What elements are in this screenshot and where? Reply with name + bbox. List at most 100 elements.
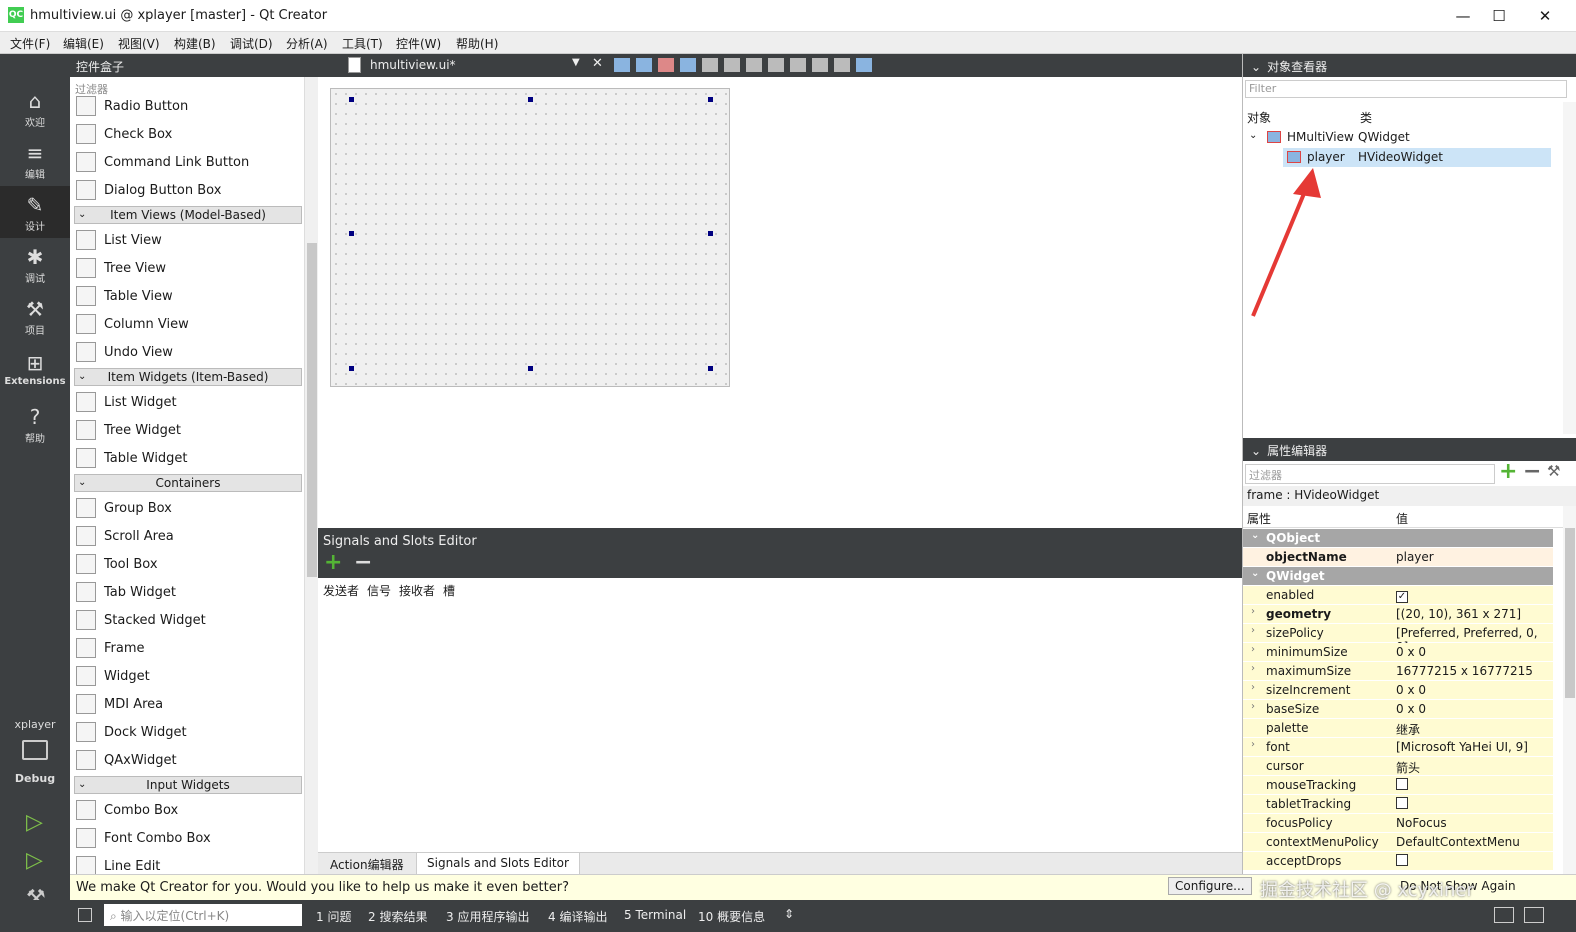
add-property-icon[interactable]: + bbox=[1499, 459, 1517, 484]
chevron-right-icon[interactable]: › bbox=[1251, 644, 1255, 655]
widget-item[interactable]: Combo Box bbox=[74, 796, 302, 824]
property-value[interactable]: 0 x 0 bbox=[1396, 645, 1426, 659]
output-tab-search-results[interactable]: 2 搜索结果 bbox=[368, 908, 427, 925]
mode-welcome[interactable]: ⌂ 欢迎 bbox=[0, 82, 70, 134]
column-object[interactable]: 对象 bbox=[1247, 109, 1271, 126]
column-receiver[interactable]: 接收者 bbox=[399, 582, 435, 599]
property-row[interactable]: mouseTracking bbox=[1243, 776, 1553, 795]
output-tab-general-messages[interactable]: 10 概要信息 bbox=[698, 908, 765, 925]
widget-item[interactable]: Group Box bbox=[74, 494, 302, 522]
toggle-right-sidebar-icon[interactable] bbox=[1524, 907, 1544, 923]
property-checkbox[interactable] bbox=[1396, 778, 1408, 793]
mode-edit[interactable]: ≡ 编辑 bbox=[0, 134, 70, 186]
chevron-down-icon[interactable]: ⌄ bbox=[78, 475, 86, 491]
configure-button[interactable]: Configure... bbox=[1168, 877, 1252, 895]
widget-item[interactable]: List View bbox=[74, 226, 302, 254]
chevron-right-icon[interactable]: › bbox=[1251, 701, 1255, 712]
resize-handle[interactable] bbox=[708, 366, 713, 371]
property-scrollbar[interactable] bbox=[1563, 506, 1576, 874]
property-value[interactable]: player bbox=[1396, 550, 1434, 564]
tree-row-hmultiview[interactable]: ⌄ HMultiView QWidget bbox=[1243, 128, 1553, 148]
add-connection-icon[interactable]: + bbox=[324, 552, 342, 574]
tab-action-editor[interactable]: Action编辑器 bbox=[320, 853, 414, 875]
property-row[interactable]: › baseSize 0 x 0 bbox=[1243, 700, 1553, 719]
layout-form-icon[interactable] bbox=[790, 58, 806, 72]
menu-help[interactable]: 帮助(H) bbox=[456, 35, 498, 52]
break-layout-icon[interactable] bbox=[834, 58, 850, 72]
tab-signals-slots-editor[interactable]: Signals and Slots Editor bbox=[416, 853, 580, 875]
chevron-down-icon[interactable]: ⌄ bbox=[1249, 130, 1257, 141]
chevron-down-icon[interactable]: ⌄ bbox=[1251, 60, 1261, 74]
widget-category[interactable]: ⌄ Containers bbox=[74, 474, 302, 492]
chevron-right-icon[interactable]: › bbox=[1251, 625, 1255, 636]
widget-item[interactable]: List Widget bbox=[74, 388, 302, 416]
debug-run-icon[interactable]: ▷ bbox=[26, 848, 43, 873]
chevron-down-icon[interactable]: ⌄ bbox=[78, 207, 86, 223]
edit-tab-order-icon[interactable] bbox=[680, 58, 696, 72]
widget-item[interactable]: Font Combo Box bbox=[74, 824, 302, 852]
remove-connection-icon[interactable]: − bbox=[354, 552, 372, 574]
widget-item[interactable]: Tree Widget bbox=[74, 416, 302, 444]
column-sender[interactable]: 发送者 bbox=[323, 582, 359, 599]
checkbox[interactable]: ✓ bbox=[1396, 591, 1408, 603]
chevron-right-icon[interactable]: › bbox=[1251, 663, 1255, 674]
split-horizontal-icon[interactable] bbox=[746, 58, 762, 72]
form-widget[interactable] bbox=[330, 88, 730, 387]
widget-item[interactable]: Command Link Button bbox=[74, 148, 302, 176]
property-value[interactable]: [(20, 10), 361 x 271] bbox=[1396, 607, 1521, 621]
widget-category[interactable]: ⌄ Item Views (Model-Based) bbox=[74, 206, 302, 224]
property-checkbox[interactable]: ✓ bbox=[1396, 588, 1408, 603]
scroll-thumb[interactable] bbox=[307, 243, 317, 577]
property-checkbox[interactable] bbox=[1396, 854, 1408, 869]
mode-debug[interactable]: ✱ 调试 bbox=[0, 238, 70, 290]
menu-tools[interactable]: 工具(T) bbox=[342, 35, 383, 52]
column-class[interactable]: 类 bbox=[1360, 109, 1372, 126]
property-checkbox[interactable] bbox=[1396, 797, 1408, 812]
property-category[interactable]: ⌄ QObject bbox=[1243, 529, 1553, 548]
checkbox[interactable] bbox=[1396, 778, 1408, 790]
configure-wrench-icon[interactable]: ⚒ bbox=[1547, 462, 1560, 480]
resize-handle[interactable] bbox=[708, 231, 713, 236]
maximize-icon[interactable]: ☐ bbox=[1476, 4, 1522, 28]
menu-file[interactable]: 文件(F) bbox=[10, 35, 50, 52]
chevron-down-icon[interactable]: ▼ bbox=[572, 57, 580, 68]
chevron-down-icon[interactable]: ⌄ bbox=[78, 777, 86, 793]
checkbox[interactable] bbox=[1396, 854, 1408, 866]
property-value[interactable]: 继承 bbox=[1396, 721, 1420, 738]
object-inspector-scrollbar[interactable] bbox=[1563, 102, 1576, 434]
property-row[interactable]: acceptDrops bbox=[1243, 852, 1553, 871]
toggle-sidebar-icon[interactable] bbox=[78, 908, 92, 922]
mode-help[interactable]: ? 帮助 bbox=[0, 398, 70, 450]
chevron-down-icon[interactable]: ⌄ bbox=[1251, 568, 1259, 579]
split-vertical-icon[interactable] bbox=[768, 58, 784, 72]
toggle-output-pane-icon[interactable] bbox=[1494, 907, 1514, 923]
widget-category[interactable]: ⌄ Item Widgets (Item-Based) bbox=[74, 368, 302, 386]
widget-item[interactable]: Tab Widget bbox=[74, 578, 302, 606]
resize-handle[interactable] bbox=[349, 366, 354, 371]
file-tab[interactable]: hmultiview.ui* bbox=[370, 58, 456, 72]
edit-signals-icon[interactable] bbox=[636, 58, 652, 72]
property-filter-input[interactable]: 过滤器 bbox=[1245, 464, 1495, 484]
widget-item[interactable]: MDI Area bbox=[74, 690, 302, 718]
property-row[interactable]: enabled ✓ bbox=[1243, 586, 1553, 605]
widget-item[interactable]: Dialog Button Box bbox=[74, 176, 302, 204]
mode-projects[interactable]: ⚒ 项目 bbox=[0, 290, 70, 342]
column-signal[interactable]: 信号 bbox=[367, 582, 391, 599]
checkbox[interactable] bbox=[1396, 797, 1408, 809]
locator-input[interactable]: ⌕ 输入以定位(Ctrl+K) bbox=[104, 904, 302, 926]
column-slot[interactable]: 槽 bbox=[443, 582, 455, 599]
property-category[interactable]: ⌄ QWidget bbox=[1243, 567, 1553, 586]
widget-category[interactable]: ⌄ Input Widgets bbox=[74, 776, 302, 794]
menu-view[interactable]: 视图(V) bbox=[118, 35, 160, 52]
widget-item[interactable]: Column View bbox=[74, 310, 302, 338]
property-value[interactable]: 箭头 bbox=[1396, 759, 1420, 776]
mode-design[interactable]: ✎ 设计 bbox=[0, 186, 70, 238]
column-value[interactable]: 值 bbox=[1396, 510, 1408, 527]
adjust-size-icon[interactable] bbox=[856, 58, 872, 72]
property-row[interactable]: focusPolicy NoFocus bbox=[1243, 814, 1553, 833]
widget-item[interactable]: Stacked Widget bbox=[74, 606, 302, 634]
output-tab-compile-output[interactable]: 4 编译输出 bbox=[548, 908, 607, 925]
property-value[interactable]: NoFocus bbox=[1396, 816, 1447, 830]
property-value[interactable]: 0 x 0 bbox=[1396, 683, 1426, 697]
property-row[interactable]: ›sizePolicy[Preferred, Preferred, 0, 0] bbox=[1243, 624, 1553, 654]
